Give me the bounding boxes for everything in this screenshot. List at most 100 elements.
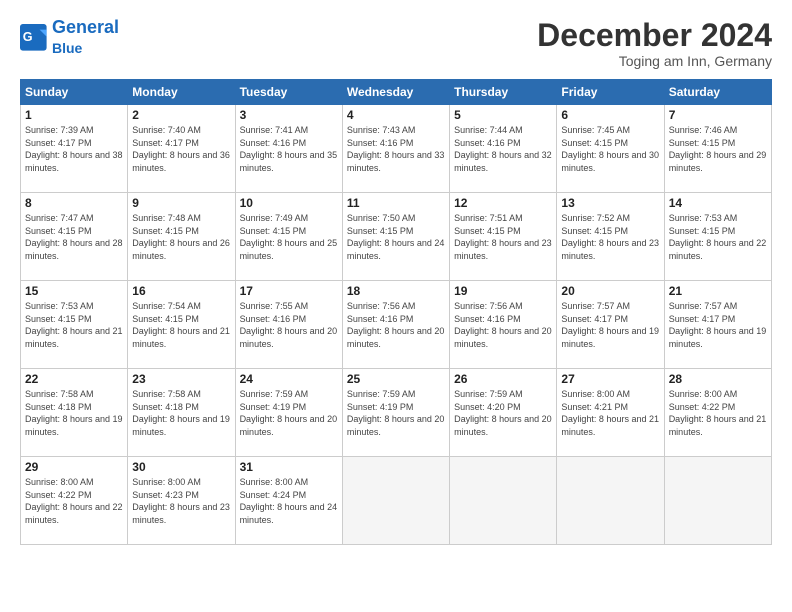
day-number: 18 [347,284,445,298]
col-friday: Friday [557,80,664,105]
calendar-cell: 17 Sunrise: 7:55 AMSunset: 4:16 PMDayligh… [235,281,342,369]
calendar-cell: 31 Sunrise: 8:00 AMSunset: 4:24 PMDayligh… [235,457,342,545]
day-info: Sunrise: 7:53 AMSunset: 4:15 PMDaylight:… [25,300,123,350]
logo: G General Blue [20,18,119,58]
day-number: 30 [132,460,230,474]
day-number: 2 [132,108,230,122]
calendar-cell: 18 Sunrise: 7:56 AMSunset: 4:16 PMDayligh… [342,281,449,369]
calendar-cell: 30 Sunrise: 8:00 AMSunset: 4:23 PMDayligh… [128,457,235,545]
calendar-cell: 16Sunrise: 7:54 AMSunset: 4:15 PMDayligh… [128,281,235,369]
day-info: Sunrise: 7:59 AMSunset: 4:19 PMDaylight:… [240,388,338,438]
day-info: Sunrise: 7:52 AMSunset: 4:15 PMDaylight:… [561,212,659,262]
day-info: Sunrise: 7:43 AMSunset: 4:16 PMDaylight:… [347,124,445,174]
calendar-cell: 29 Sunrise: 8:00 AMSunset: 4:22 PMDayligh… [21,457,128,545]
day-number: 17 [240,284,338,298]
col-monday: Monday [128,80,235,105]
day-info: Sunrise: 7:44 AMSunset: 4:16 PMDaylight:… [454,124,552,174]
calendar-cell: 13 Sunrise: 7:52 AMSunset: 4:15 PMDayligh… [557,193,664,281]
day-number: 26 [454,372,552,386]
col-tuesday: Tuesday [235,80,342,105]
day-number: 3 [240,108,338,122]
calendar-cell: 23Sunrise: 7:58 AMSunset: 4:18 PMDayligh… [128,369,235,457]
day-number: 21 [669,284,767,298]
day-info: Sunrise: 7:58 AMSunset: 4:18 PMDaylight:… [25,388,123,438]
calendar-cell: 14Sunrise: 7:53 AMSunset: 4:15 PMDayligh… [664,193,771,281]
calendar-cell: 12 Sunrise: 7:51 AMSunset: 4:15 PMDayligh… [450,193,557,281]
day-number: 19 [454,284,552,298]
calendar-cell [450,457,557,545]
calendar-cell [557,457,664,545]
day-info: Sunrise: 8:00 AMSunset: 4:22 PMDaylight:… [669,388,767,438]
calendar-cell: 20 Sunrise: 7:57 AMSunset: 4:17 PMDayligh… [557,281,664,369]
day-info: Sunrise: 7:51 AMSunset: 4:15 PMDaylight:… [454,212,552,262]
col-wednesday: Wednesday [342,80,449,105]
col-thursday: Thursday [450,80,557,105]
day-info: Sunrise: 7:49 AMSunset: 4:15 PMDaylight:… [240,212,338,262]
day-info: Sunrise: 7:56 AMSunset: 4:16 PMDaylight:… [347,300,445,350]
page-header: G General Blue December 2024 Toging am I… [20,18,772,69]
location-label: Toging am Inn, Germany [537,53,772,69]
calendar-week-row: 29 Sunrise: 8:00 AMSunset: 4:22 PMDayligh… [21,457,772,545]
calendar-cell [342,457,449,545]
calendar-week-row: 8 Sunrise: 7:47 AMSunset: 4:15 PMDaylight… [21,193,772,281]
day-info: Sunrise: 7:40 AMSunset: 4:17 PMDaylight:… [132,124,230,174]
calendar-cell: 27 Sunrise: 8:00 AMSunset: 4:21 PMDayligh… [557,369,664,457]
day-info: Sunrise: 8:00 AMSunset: 4:22 PMDaylight:… [25,476,123,526]
calendar-week-row: 15 Sunrise: 7:53 AMSunset: 4:15 PMDayligh… [21,281,772,369]
day-number: 12 [454,196,552,210]
calendar-cell: 15 Sunrise: 7:53 AMSunset: 4:15 PMDayligh… [21,281,128,369]
day-number: 20 [561,284,659,298]
logo-icon: G [20,24,48,52]
day-info: Sunrise: 7:57 AMSunset: 4:17 PMDaylight:… [561,300,659,350]
calendar-cell: 25Sunrise: 7:59 AMSunset: 4:19 PMDayligh… [342,369,449,457]
day-info: Sunrise: 7:41 AMSunset: 4:16 PMDaylight:… [240,124,338,174]
calendar-cell: 10 Sunrise: 7:49 AMSunset: 4:15 PMDayligh… [235,193,342,281]
day-number: 7 [669,108,767,122]
col-sunday: Sunday [21,80,128,105]
day-info: Sunrise: 7:56 AMSunset: 4:16 PMDaylight:… [454,300,552,350]
calendar-cell: 7Sunrise: 7:46 AMSunset: 4:15 PMDaylight… [664,105,771,193]
day-info: Sunrise: 8:00 AMSunset: 4:24 PMDaylight:… [240,476,338,526]
day-info: Sunrise: 7:39 AMSunset: 4:17 PMDaylight:… [25,124,123,174]
day-number: 10 [240,196,338,210]
month-title: December 2024 [537,18,772,53]
calendar-cell: 22Sunrise: 7:58 AMSunset: 4:18 PMDayligh… [21,369,128,457]
day-number: 31 [240,460,338,474]
header-row: Sunday Monday Tuesday Wednesday Thursday… [21,80,772,105]
calendar-cell: 4Sunrise: 7:43 AMSunset: 4:16 PMDaylight… [342,105,449,193]
day-info: Sunrise: 8:00 AMSunset: 4:21 PMDaylight:… [561,388,659,438]
title-block: December 2024 Toging am Inn, Germany [537,18,772,69]
day-number: 16 [132,284,230,298]
day-info: Sunrise: 8:00 AMSunset: 4:23 PMDaylight:… [132,476,230,526]
calendar-cell: 19 Sunrise: 7:56 AMSunset: 4:16 PMDayligh… [450,281,557,369]
svg-text:G: G [23,30,33,44]
day-number: 29 [25,460,123,474]
day-number: 11 [347,196,445,210]
calendar-cell: 28 Sunrise: 8:00 AMSunset: 4:22 PMDayligh… [664,369,771,457]
calendar-cell: 9 Sunrise: 7:48 AMSunset: 4:15 PMDaylight… [128,193,235,281]
day-number: 27 [561,372,659,386]
calendar-week-row: 22Sunrise: 7:58 AMSunset: 4:18 PMDayligh… [21,369,772,457]
calendar-cell: 11 Sunrise: 7:50 AMSunset: 4:15 PMDayligh… [342,193,449,281]
day-number: 28 [669,372,767,386]
day-info: Sunrise: 7:53 AMSunset: 4:15 PMDaylight:… [669,212,767,262]
day-info: Sunrise: 7:47 AMSunset: 4:15 PMDaylight:… [25,212,123,262]
day-info: Sunrise: 7:45 AMSunset: 4:15 PMDaylight:… [561,124,659,174]
day-info: Sunrise: 7:50 AMSunset: 4:15 PMDaylight:… [347,212,445,262]
day-number: 24 [240,372,338,386]
day-info: Sunrise: 7:58 AMSunset: 4:18 PMDaylight:… [132,388,230,438]
day-number: 5 [454,108,552,122]
calendar-cell [664,457,771,545]
day-number: 8 [25,196,123,210]
day-number: 15 [25,284,123,298]
day-number: 6 [561,108,659,122]
day-number: 13 [561,196,659,210]
col-saturday: Saturday [664,80,771,105]
day-info: Sunrise: 7:48 AMSunset: 4:15 PMDaylight:… [132,212,230,262]
day-number: 25 [347,372,445,386]
calendar-cell: 8 Sunrise: 7:47 AMSunset: 4:15 PMDaylight… [21,193,128,281]
day-info: Sunrise: 7:55 AMSunset: 4:16 PMDaylight:… [240,300,338,350]
day-number: 9 [132,196,230,210]
logo-general: General [52,17,119,37]
day-number: 1 [25,108,123,122]
